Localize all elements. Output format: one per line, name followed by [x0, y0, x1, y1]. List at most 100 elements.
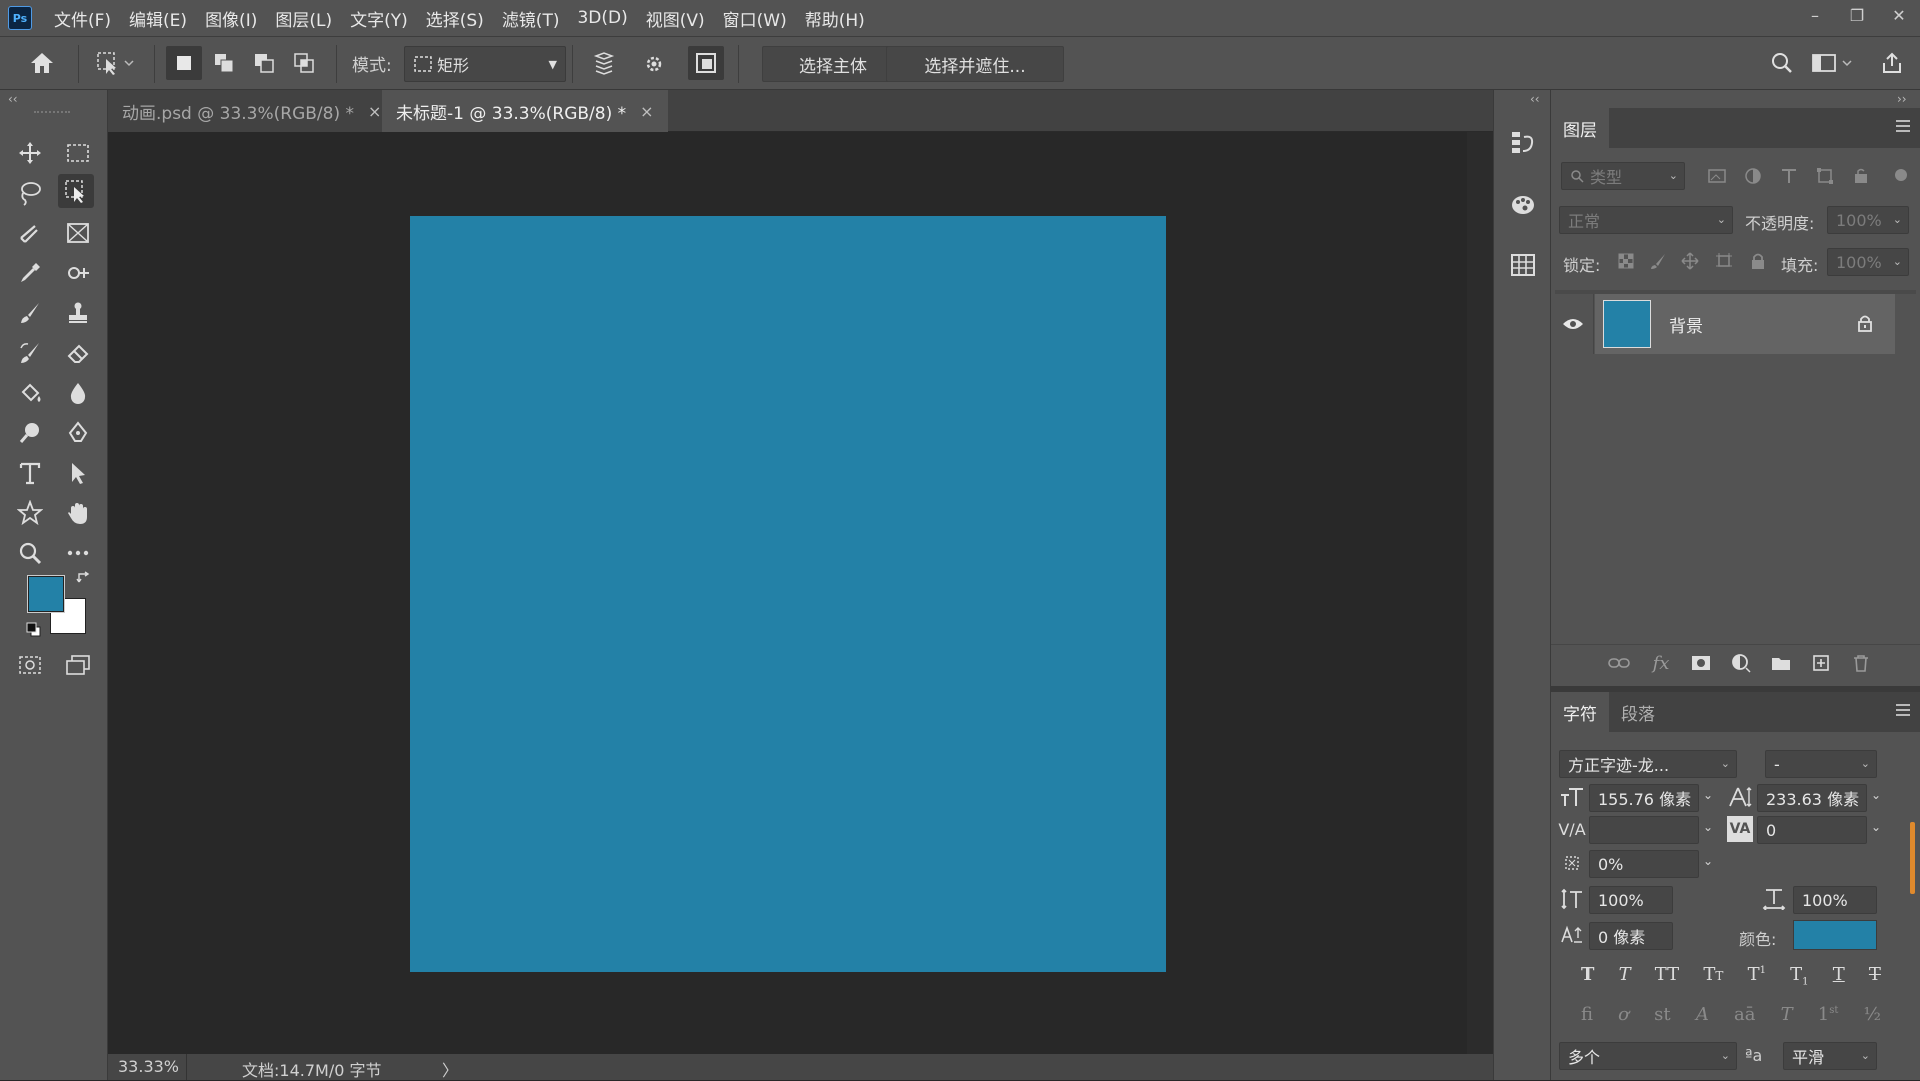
filter-pixel-icon[interactable] — [1703, 162, 1731, 190]
add-mask-icon[interactable] — [1685, 648, 1717, 678]
menu-file[interactable]: 文件(F) — [54, 6, 111, 31]
close-tab-icon[interactable]: × — [368, 102, 381, 121]
object-selection-tool[interactable] — [58, 174, 94, 208]
layer-row-background[interactable]: 背景 — [1555, 294, 1916, 354]
tracking-input[interactable]: 0 — [1757, 816, 1867, 844]
strikethrough-icon[interactable]: T — [1869, 964, 1881, 994]
filter-shape-icon[interactable] — [1811, 162, 1839, 190]
more-tools[interactable] — [60, 536, 96, 570]
color-panel-button[interactable] — [1502, 184, 1544, 226]
tab-paragraph[interactable]: 段落 — [1609, 692, 1667, 732]
new-layer-icon[interactable] — [1805, 648, 1837, 678]
default-colors-icon[interactable] — [26, 622, 42, 642]
workspace-switcher[interactable] — [1808, 46, 1858, 80]
foreground-color-swatch[interactable] — [27, 575, 65, 613]
close-tab-icon[interactable]: × — [640, 102, 653, 121]
faux-italic-icon[interactable]: T — [1619, 964, 1631, 994]
eyedropper-tool[interactable] — [12, 256, 48, 290]
close-window-button[interactable]: ✕ — [1878, 0, 1920, 30]
chevron-down-icon[interactable]: ⌄ — [1871, 788, 1881, 802]
frame-tool[interactable] — [60, 216, 96, 250]
status-menu-arrow[interactable]: 〉 — [442, 1057, 458, 1081]
collapse-toolbar-icon[interactable]: ‹‹ — [8, 92, 18, 106]
kerning-input[interactable] — [1589, 816, 1699, 844]
share-button[interactable] — [1874, 46, 1910, 80]
menu-select[interactable]: 选择(S) — [426, 6, 484, 31]
collapse-dock-icon[interactable]: ‹‹ — [1530, 92, 1540, 106]
clone-stamp-tool[interactable] — [60, 296, 96, 330]
chevron-down-icon[interactable]: ⌄ — [1703, 788, 1713, 802]
baseline-shift-input[interactable]: 0 像素 — [1589, 922, 1673, 950]
tool-preset-picker[interactable] — [90, 46, 140, 80]
screen-mode-button[interactable] — [60, 648, 96, 682]
lasso-tool[interactable] — [12, 176, 48, 210]
eraser-tool[interactable] — [60, 336, 96, 370]
link-layers-icon[interactable] — [1603, 648, 1635, 678]
chevron-down-icon[interactable]: ⌄ — [1871, 820, 1881, 834]
menu-filter[interactable]: 滤镜(T) — [502, 6, 560, 31]
filter-adjustment-icon[interactable] — [1739, 162, 1767, 190]
menu-image[interactable]: 图像(I) — [205, 6, 257, 31]
old-style-icon[interactable]: ơ — [1618, 1004, 1629, 1034]
horizontal-scale-input[interactable]: 100% — [1793, 886, 1877, 914]
subscript-icon[interactable]: T1 — [1790, 964, 1808, 994]
add-to-selection-button[interactable] — [206, 46, 242, 80]
tab-animation-psd[interactable]: 动画.psd @ 33.3%(RGB/8) * × — [108, 90, 396, 132]
font-family-dropdown[interactable]: 方正字迹-龙... ⌄ — [1559, 750, 1737, 778]
new-selection-button[interactable] — [166, 46, 202, 80]
toolbar-grip[interactable] — [34, 111, 70, 113]
minimize-button[interactable]: – — [1794, 0, 1836, 30]
panel-menu-icon[interactable] — [1894, 118, 1912, 138]
path-selection-tool[interactable] — [60, 456, 96, 490]
all-caps-icon[interactable]: TT — [1655, 964, 1679, 994]
panel-scrollbar[interactable] — [1910, 822, 1915, 894]
chevron-down-icon[interactable]: ⌄ — [1703, 820, 1713, 834]
brush-tool[interactable] — [12, 296, 48, 330]
leading-input[interactable]: 233.63 像素 — [1757, 784, 1867, 812]
layer-style-fx-icon[interactable]: fx — [1645, 648, 1677, 678]
search-button[interactable] — [1764, 46, 1800, 80]
settings-button[interactable] — [636, 46, 672, 80]
ordinal-st-icon[interactable]: 1st — [1818, 1004, 1839, 1034]
panel-menu-icon[interactable] — [1894, 702, 1912, 722]
tsume-input[interactable]: 0% — [1589, 850, 1699, 878]
new-group-icon[interactable] — [1765, 648, 1797, 678]
select-and-mask-button[interactable]: 选择并遮住... — [886, 46, 1064, 82]
quick-mask-button[interactable] — [12, 648, 48, 682]
faux-bold-icon[interactable]: T — [1581, 964, 1594, 994]
sample-all-layers-button[interactable] — [586, 46, 622, 80]
new-adjustment-layer-icon[interactable] — [1725, 648, 1757, 678]
chevron-down-icon[interactable]: ⌄ — [1703, 854, 1713, 868]
blend-mode-dropdown[interactable]: 正常 ⌄ — [1559, 206, 1733, 234]
menu-type[interactable]: 文字(Y) — [350, 6, 408, 31]
select-subject-button[interactable]: 选择主体 — [762, 46, 904, 82]
blur-tool[interactable] — [60, 376, 96, 410]
tab-untitled-1[interactable]: 未标题-1 @ 33.3%(RGB/8) * × — [382, 90, 668, 132]
menu-help[interactable]: 帮助(H) — [805, 6, 865, 31]
antialias-dropdown[interactable]: 平滑 ⌄ — [1783, 1042, 1877, 1070]
font-style-dropdown[interactable]: - ⌄ — [1765, 750, 1877, 778]
pen-tool[interactable] — [60, 416, 96, 450]
lock-all-icon[interactable] — [1745, 248, 1771, 274]
object-subtract-button[interactable] — [688, 46, 724, 80]
stylistic-alt-icon[interactable]: A — [1696, 1004, 1709, 1034]
lock-position-icon[interactable] — [1677, 248, 1703, 274]
zoom-tool[interactable] — [12, 536, 48, 570]
menu-window[interactable]: 窗口(W) — [723, 6, 787, 31]
history-panel-button[interactable] — [1502, 122, 1544, 164]
document-canvas[interactable] — [410, 216, 1166, 972]
menu-3d[interactable]: 3D(D) — [577, 8, 627, 28]
type-tool[interactable] — [12, 456, 48, 490]
titling-icon[interactable]: aā — [1734, 1004, 1755, 1034]
swatches-panel-button[interactable] — [1502, 244, 1544, 286]
font-size-input[interactable]: 155.76 像素 — [1589, 784, 1699, 812]
hand-tool[interactable] — [60, 496, 96, 530]
rect-marquee-tool[interactable] — [60, 136, 96, 170]
delete-layer-icon[interactable] — [1845, 648, 1877, 678]
ordinals-icon[interactable]: T — [1781, 1004, 1793, 1034]
superscript-icon[interactable]: T1 — [1748, 964, 1766, 994]
menu-view[interactable]: 视图(V) — [646, 6, 705, 31]
filter-smart-object-icon[interactable] — [1847, 162, 1875, 190]
lock-artboard-icon[interactable] — [1711, 248, 1737, 274]
custom-shape-tool[interactable] — [12, 496, 48, 530]
